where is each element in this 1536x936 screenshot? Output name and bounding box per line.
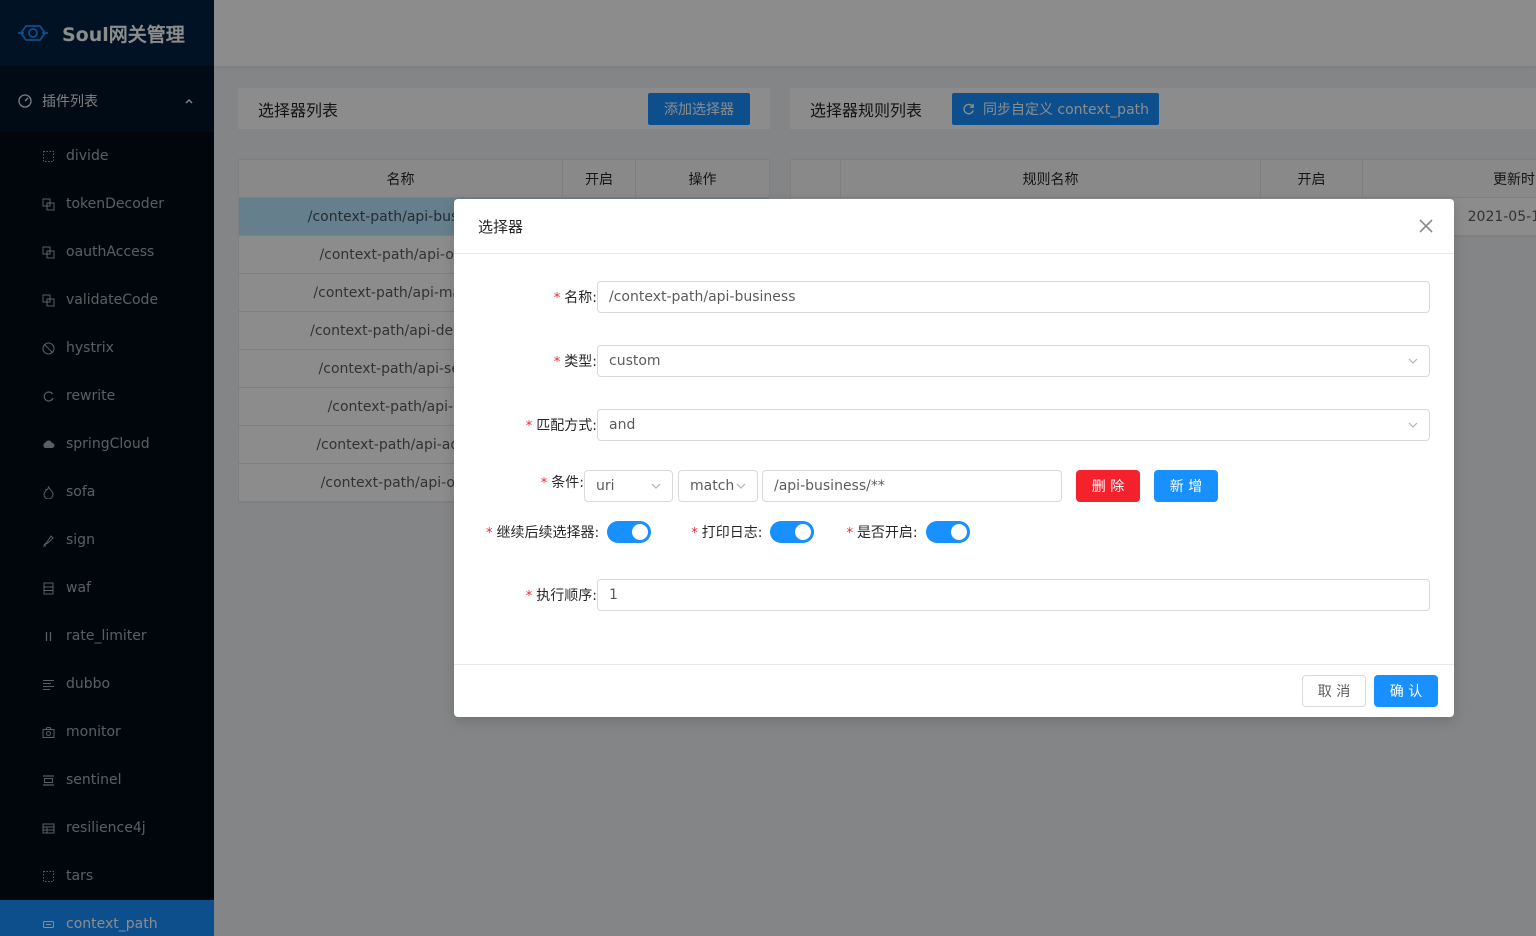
chevron-down-icon — [1408, 358, 1418, 364]
logged-label: * 打印日志: — [691, 525, 763, 541]
condition-param-type-select[interactable]: uri — [584, 470, 673, 502]
sort-label: * 执行顺序: — [525, 588, 597, 604]
confirm-button[interactable]: 确 认 — [1374, 675, 1438, 707]
logged-switch[interactable] — [770, 521, 815, 543]
type-select[interactable]: custom — [597, 345, 1430, 377]
chevron-down-icon — [651, 483, 661, 489]
enabled-label: * 是否开启: — [846, 525, 918, 541]
condition-operator-select[interactable]: match — [678, 470, 758, 502]
match-mode-select-value: and — [609, 417, 636, 433]
modal-footer: 取 消 确 认 — [454, 664, 1454, 717]
condition-param-type-value: uri — [596, 478, 615, 494]
modal-header: 选择器 — [454, 199, 1454, 254]
type-select-value: custom — [609, 353, 661, 369]
chevron-down-icon — [736, 483, 746, 489]
add-condition-button[interactable]: 新 增 — [1154, 470, 1218, 502]
form-row-condition: * 条件: — [454, 470, 584, 502]
continued-switch[interactable] — [607, 521, 652, 543]
chevron-down-icon — [1408, 422, 1418, 428]
form-row-match-mode: * 匹配方式: and — [454, 409, 1430, 441]
match-mode-label: * 匹配方式: — [525, 418, 597, 434]
form-row-sort: * 执行顺序: 1 — [454, 579, 1430, 611]
form-row-switches: * 继续后续选择器: * 打印日志: * 是否开启: — [486, 521, 970, 543]
form-row-type: * 类型: custom — [454, 345, 1430, 377]
match-mode-select[interactable]: and — [597, 409, 1430, 441]
continued-label: * 继续后续选择器: — [486, 525, 600, 541]
form-row-name: * 名称: /context-path/api-business — [454, 281, 1430, 313]
close-icon[interactable] — [1418, 218, 1434, 234]
enabled-switch[interactable] — [925, 521, 970, 543]
name-label: * 名称: — [553, 290, 597, 306]
selector-modal: 选择器 * 名称: /context-path/api-business * 类型:… — [454, 199, 1454, 717]
modal-title: 选择器 — [478, 217, 524, 236]
condition-value-input[interactable]: /api-business/** — [762, 470, 1062, 502]
cancel-button[interactable]: 取 消 — [1302, 675, 1366, 707]
type-label: * 类型: — [553, 354, 597, 370]
name-input[interactable]: /context-path/api-business — [597, 281, 1430, 313]
sort-input[interactable]: 1 — [597, 579, 1430, 611]
delete-condition-button[interactable]: 删 除 — [1076, 470, 1140, 502]
condition-label: * 条件: — [540, 475, 584, 491]
condition-operator-value: match — [690, 478, 735, 494]
